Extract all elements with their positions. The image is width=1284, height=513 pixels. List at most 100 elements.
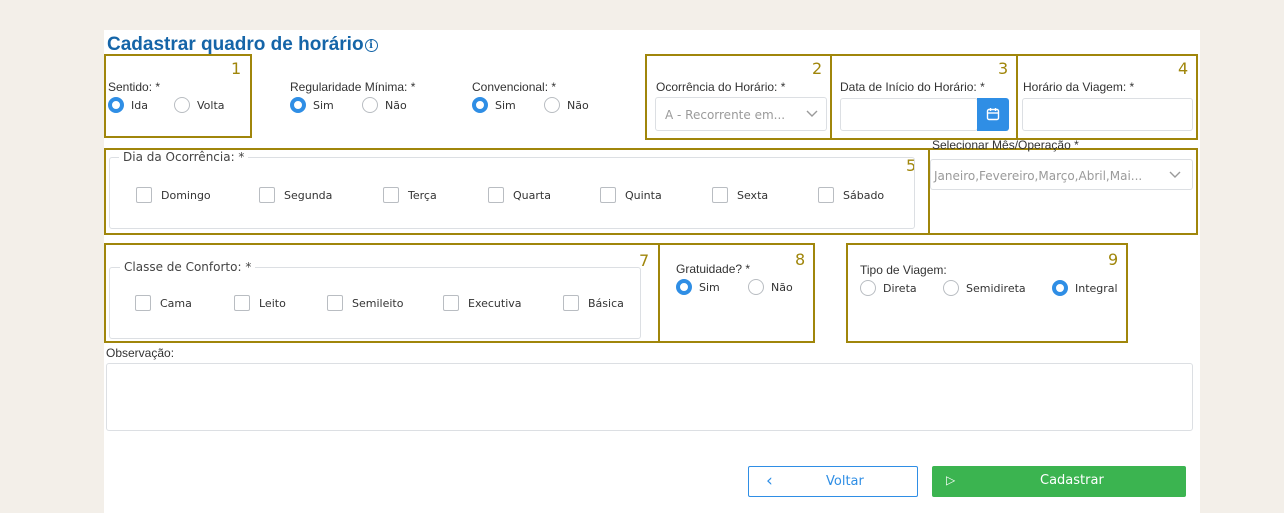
horario-viagem-label: Horário da Viagem: * xyxy=(1023,80,1135,94)
checkbox-icon[interactable] xyxy=(234,295,250,311)
checkbox-label: Sábado xyxy=(843,188,885,202)
sentido-option-ida[interactable]: Ida xyxy=(108,97,148,113)
regularidade-option-nao[interactable]: Não xyxy=(362,97,407,113)
mes-operacao-select[interactable]: Janeiro,Fevereiro,Março,Abril,Mai... xyxy=(930,159,1193,190)
checkbox-icon[interactable] xyxy=(563,295,579,311)
observacao-label: Observação: xyxy=(106,346,175,360)
radio-label: Volta xyxy=(197,98,225,112)
radio-selected-icon[interactable] xyxy=(472,97,488,113)
data-inicio-label: Data de Início do Horário: * xyxy=(840,80,985,94)
dia-option-sexta[interactable]: Sexta xyxy=(712,187,768,203)
checkbox-label: Básica xyxy=(588,296,624,310)
annotation-number-3: 3 xyxy=(998,59,1009,78)
gratuidade-option-sim[interactable]: Sim xyxy=(676,279,720,295)
radio-selected-icon[interactable] xyxy=(1052,280,1068,296)
annotation-box-1 xyxy=(104,54,252,138)
select-value: A - Recorrente em... xyxy=(665,108,786,122)
checkbox-icon[interactable] xyxy=(443,295,459,311)
annotation-number-9: 9 xyxy=(1108,250,1119,269)
classe-option-cama[interactable]: Cama xyxy=(135,295,192,311)
calendar-button[interactable] xyxy=(977,98,1009,131)
observacao-textarea[interactable] xyxy=(106,363,1193,431)
regularidade-option-sim[interactable]: Sim xyxy=(290,97,334,113)
radio-selected-icon[interactable] xyxy=(108,97,124,113)
radio-icon[interactable] xyxy=(362,97,378,113)
classe-option-leito[interactable]: Leito xyxy=(234,295,286,311)
checkbox-icon[interactable] xyxy=(383,187,399,203)
radio-icon[interactable] xyxy=(860,280,876,296)
ocorrencia-horario-label: Ocorrência do Horário: * xyxy=(656,80,786,94)
checkbox-icon[interactable] xyxy=(136,187,152,203)
tipo-viagem-label: Tipo de Viagem: xyxy=(860,263,947,277)
convencional-option-nao[interactable]: Não xyxy=(544,97,589,113)
radio-label: Não xyxy=(567,98,589,112)
play-icon: ▷ xyxy=(946,473,956,487)
radio-icon[interactable] xyxy=(544,97,560,113)
cadastrar-label: Cadastrar xyxy=(1040,473,1104,488)
radio-selected-icon[interactable] xyxy=(290,97,306,113)
voltar-button[interactable]: ‹ Voltar xyxy=(748,466,918,497)
dia-option-domingo[interactable]: Domingo xyxy=(136,187,211,203)
radio-label: Sim xyxy=(495,98,516,112)
checkbox-label: Quarta xyxy=(513,188,551,202)
chevron-down-icon xyxy=(1168,169,1182,183)
checkbox-label: Domingo xyxy=(161,188,211,202)
checkbox-icon[interactable] xyxy=(135,295,151,311)
annotation-number-1: 1 xyxy=(231,59,242,78)
checkbox-label: Sexta xyxy=(737,188,769,202)
gratuidade-option-nao[interactable]: Não xyxy=(748,279,793,295)
dia-option-quinta[interactable]: Quinta xyxy=(600,187,662,203)
checkbox-icon[interactable] xyxy=(259,187,275,203)
classe-conforto-legend: Classe de Conforto: * xyxy=(120,260,256,274)
classe-option-executiva[interactable]: Executiva xyxy=(443,295,522,311)
dia-option-quarta[interactable]: Quarta xyxy=(488,187,551,203)
sentido-option-volta[interactable]: Volta xyxy=(174,97,225,113)
convencional-label: Convencional: * xyxy=(472,80,557,94)
checkbox-icon[interactable] xyxy=(327,295,343,311)
dia-option-sabado[interactable]: Sábado xyxy=(818,187,884,203)
mes-operacao-label: Selecionar Mês/Operação * xyxy=(932,138,1079,152)
radio-selected-icon[interactable] xyxy=(676,279,692,295)
select-value: Janeiro,Fevereiro,Março,Abril,Mai... xyxy=(934,169,1143,183)
radio-icon[interactable] xyxy=(943,280,959,296)
classe-option-semileito[interactable]: Semileito xyxy=(327,295,403,311)
checkbox-label: Segunda xyxy=(284,188,333,202)
cadastrar-button[interactable]: ▷ Cadastrar xyxy=(932,466,1186,497)
checkbox-icon[interactable] xyxy=(712,187,728,203)
convencional-option-sim[interactable]: Sim xyxy=(472,97,516,113)
checkbox-label: Cama xyxy=(160,296,192,310)
page-title: Cadastrar quadro de horário i xyxy=(107,34,378,56)
sentido-label: Sentido: * xyxy=(108,80,161,94)
dia-option-terca[interactable]: Terça xyxy=(383,187,437,203)
radio-label: Sim xyxy=(313,98,334,112)
radio-icon[interactable] xyxy=(174,97,190,113)
radio-label: Não xyxy=(385,98,407,112)
horario-viagem-input[interactable] xyxy=(1022,98,1193,131)
checkbox-label: Leito xyxy=(259,296,286,310)
radio-label: Ida xyxy=(131,98,148,112)
radio-label: Integral xyxy=(1075,281,1118,295)
annotation-number-7: 7 xyxy=(639,251,650,270)
chevron-down-icon xyxy=(805,108,819,122)
checkbox-icon[interactable] xyxy=(488,187,504,203)
regularidade-label: Regularidade Mínima: * xyxy=(290,80,416,94)
calendar-icon xyxy=(986,107,1000,126)
annotation-number-8: 8 xyxy=(795,250,806,269)
radio-icon[interactable] xyxy=(748,279,764,295)
ocorrencia-horario-select[interactable]: A - Recorrente em... xyxy=(655,97,827,131)
data-inicio-input[interactable] xyxy=(840,98,978,131)
tipo-viagem-option-integral[interactable]: Integral xyxy=(1052,280,1118,296)
dia-ocorrencia-legend: Dia da Ocorrência: * xyxy=(119,150,249,164)
checkbox-icon[interactable] xyxy=(600,187,616,203)
info-icon[interactable]: i xyxy=(364,39,378,52)
checkbox-icon[interactable] xyxy=(818,187,834,203)
radio-label: Direta xyxy=(883,281,917,295)
gratuidade-label: Gratuidade? * xyxy=(676,262,751,276)
classe-option-basica[interactable]: Básica xyxy=(563,295,624,311)
dia-option-segunda[interactable]: Segunda xyxy=(259,187,332,203)
tipo-viagem-option-semidireta[interactable]: Semidireta xyxy=(943,280,1026,296)
checkbox-label: Quinta xyxy=(625,188,662,202)
radio-label: Sim xyxy=(699,280,720,294)
checkbox-label: Terça xyxy=(408,188,437,202)
tipo-viagem-option-direta[interactable]: Direta xyxy=(860,280,917,296)
